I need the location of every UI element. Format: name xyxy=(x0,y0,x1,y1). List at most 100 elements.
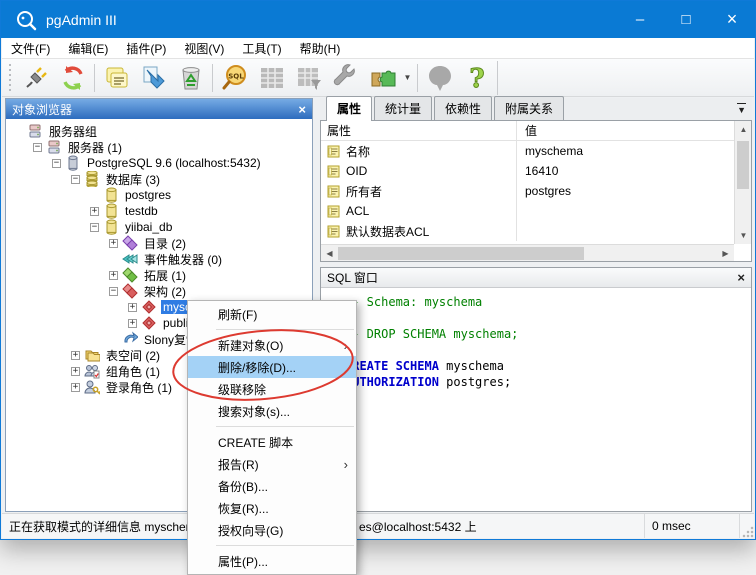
property-row[interactable]: 名称myschema xyxy=(321,141,734,161)
scroll-down-icon[interactable]: ▼ xyxy=(735,227,752,244)
tree-item--[interactable]: 服务器组 xyxy=(6,123,312,139)
context-menu: 刷新(F) 新建对象(O)›删除/移除(D)...级联移除搜索对象(s)... CR… xyxy=(187,300,357,575)
resize-grip[interactable] xyxy=(742,526,754,538)
tree-item--3-[interactable]: −数据库 (3) xyxy=(6,171,312,187)
horizontal-scrollbar[interactable]: ◀ ▶ xyxy=(321,244,734,261)
menu-separator xyxy=(188,422,356,431)
property-row[interactable]: 所有者postgres xyxy=(321,181,734,201)
menubar-item-0[interactable]: 文件(F) xyxy=(2,38,59,59)
context-menu-item-5[interactable]: 搜索对象(s)... xyxy=(188,400,356,422)
menu-separator xyxy=(188,541,356,550)
filter-data-icon[interactable] xyxy=(290,62,327,94)
grid-header-row: 属性值 xyxy=(321,121,734,141)
maximize-button[interactable]: □ xyxy=(663,1,709,38)
sql-panel: SQL 窗口 × -- Schema: myschema -- DROP SCH… xyxy=(320,267,752,512)
tree-expander-icon[interactable]: + xyxy=(71,351,80,360)
delete-trash-icon[interactable] xyxy=(172,62,209,94)
scroll-right-icon[interactable]: ▶ xyxy=(717,245,734,262)
tab-2[interactable]: 依赖性 xyxy=(434,96,492,120)
connect-plug-icon[interactable] xyxy=(17,62,54,94)
tree-item-testdb[interactable]: +testdb xyxy=(6,203,312,219)
property-row[interactable]: 默认数据表ACL xyxy=(321,221,734,241)
object-browser-title: 对象浏览器 xyxy=(12,101,72,118)
tree-expander-icon[interactable]: − xyxy=(33,143,42,152)
scroll-left-icon[interactable]: ◀ xyxy=(321,245,338,262)
minimize-button[interactable]: – xyxy=(617,1,663,38)
tab-3[interactable]: 附属关系 xyxy=(494,96,564,120)
property-row[interactable]: OID16410 xyxy=(321,161,734,181)
menubar-item-1[interactable]: 编辑(E) xyxy=(59,38,117,59)
context-menu-item-9[interactable]: 备份(B)... xyxy=(188,475,356,497)
tree-item-postgres[interactable]: postgres xyxy=(6,187,312,203)
help-icon[interactable]: ? xyxy=(458,62,495,94)
scrollbar-thumb[interactable] xyxy=(338,247,584,260)
context-menu-item-10[interactable]: 恢复(R)... xyxy=(188,497,356,519)
context-menu-item-4[interactable]: 级联移除 xyxy=(188,378,356,400)
plugins-puzzle-icon[interactable] xyxy=(364,62,401,94)
menu-item-label: 报告(R) xyxy=(218,456,259,473)
tree-item-label: PostgreSQL 9.6 (localhost:5432) xyxy=(85,156,263,170)
tree-expander-icon[interactable]: + xyxy=(90,207,99,216)
close-button[interactable]: × xyxy=(709,1,755,38)
login-roles-icon xyxy=(84,379,100,395)
tree-expander-icon[interactable]: − xyxy=(52,159,61,168)
sql-close-icon[interactable]: × xyxy=(737,270,745,285)
maintenance-wrench-icon[interactable] xyxy=(327,62,364,94)
tree-expander-icon[interactable]: + xyxy=(128,319,137,328)
tree-expander-icon[interactable]: + xyxy=(71,367,80,376)
context-menu-item-13[interactable]: 属性(P)... xyxy=(188,550,356,572)
menu-bar: 文件(F)编辑(E)插件(P)视图(V)工具(T)帮助(H) xyxy=(2,38,754,59)
plugins-dropdown[interactable]: ▼ xyxy=(401,63,414,93)
tree-item-yiibai_db[interactable]: − yiibai_db xyxy=(6,219,312,235)
toolbar-grip[interactable] xyxy=(6,64,14,92)
menubar-item-3[interactable]: 视图(V) xyxy=(175,38,233,59)
tree-expander-icon[interactable]: + xyxy=(128,303,137,312)
paste-object-icon[interactable] xyxy=(135,62,172,94)
vertical-scrollbar[interactable]: ▲ ▼ xyxy=(734,121,751,244)
tabs-overflow-icon[interactable]: ▼ xyxy=(737,103,746,115)
menubar-item-2[interactable]: 插件(P) xyxy=(117,38,175,59)
view-data-icon[interactable] xyxy=(253,62,290,94)
context-menu-item-2[interactable]: 新建对象(O)› xyxy=(188,334,356,356)
menubar-item-4[interactable]: 工具(T) xyxy=(233,38,290,59)
context-menu-item-7[interactable]: CREATE 脚本 xyxy=(188,431,356,453)
tree-expander-icon[interactable]: − xyxy=(90,223,99,232)
property-icon xyxy=(327,225,342,238)
tree-expander-icon[interactable]: − xyxy=(71,175,80,184)
property-row[interactable]: ACL xyxy=(321,201,734,221)
menu-item-label: 授权向导(G) xyxy=(218,522,283,539)
tree-expander-icon[interactable]: + xyxy=(109,239,118,248)
tree-expander-icon[interactable]: + xyxy=(71,383,80,392)
panel-close-icon[interactable]: × xyxy=(298,103,306,116)
tree-item--0-[interactable]: 事件触发器 (0) xyxy=(6,251,312,267)
tab-0[interactable]: 属性 xyxy=(326,96,372,121)
submenu-arrow-icon: › xyxy=(344,457,348,472)
sql-query-icon[interactable]: SQL xyxy=(216,62,253,94)
tree-item-label: yiibai_db xyxy=(123,220,174,234)
menu-item-label: 属性(P)... xyxy=(218,553,268,570)
menubar-item-5[interactable]: 帮助(H) xyxy=(291,38,350,59)
tree-item--2-[interactable]: +目录 (2) xyxy=(6,235,312,251)
tree-item-postgresql-9-6-localhost-5432-[interactable]: − PostgreSQL 9.6 (localhost:5432) xyxy=(6,155,312,171)
tree-item-label: postgres xyxy=(123,188,173,202)
refresh-icon[interactable] xyxy=(54,62,91,94)
context-menu-item-8[interactable]: 报告(R) › xyxy=(188,453,356,475)
tree-item--1-[interactable]: −服务器 (1) xyxy=(6,139,312,155)
context-menu-item-11[interactable]: 授权向导(G) xyxy=(188,519,356,541)
context-menu-item-3[interactable]: 删除/移除(D)... xyxy=(188,356,356,378)
tree-expander-icon[interactable]: − xyxy=(109,287,118,296)
tree-item--2-[interactable]: −架构 (2) xyxy=(6,283,312,299)
tree-item--1-[interactable]: +拓展 (1) xyxy=(6,267,312,283)
scrollbar-thumb[interactable] xyxy=(737,141,749,189)
tree-expander-icon[interactable]: + xyxy=(109,271,118,280)
menu-item-label: 搜索对象(s)... xyxy=(218,403,290,420)
toolbar: SQL ▼ ? xyxy=(2,59,754,97)
properties-cards-icon[interactable] xyxy=(98,62,135,94)
hint-balloon-icon[interactable] xyxy=(421,62,458,94)
tree-item-label: 登录角色 (1) xyxy=(104,379,174,396)
svg-text:?: ? xyxy=(469,64,484,92)
scroll-up-icon[interactable]: ▲ xyxy=(735,121,752,138)
sql-line: CREATE SCHEMA myschema xyxy=(345,358,751,374)
tab-1[interactable]: 统计量 xyxy=(374,96,432,120)
context-menu-item-0[interactable]: 刷新(F) xyxy=(188,303,356,325)
